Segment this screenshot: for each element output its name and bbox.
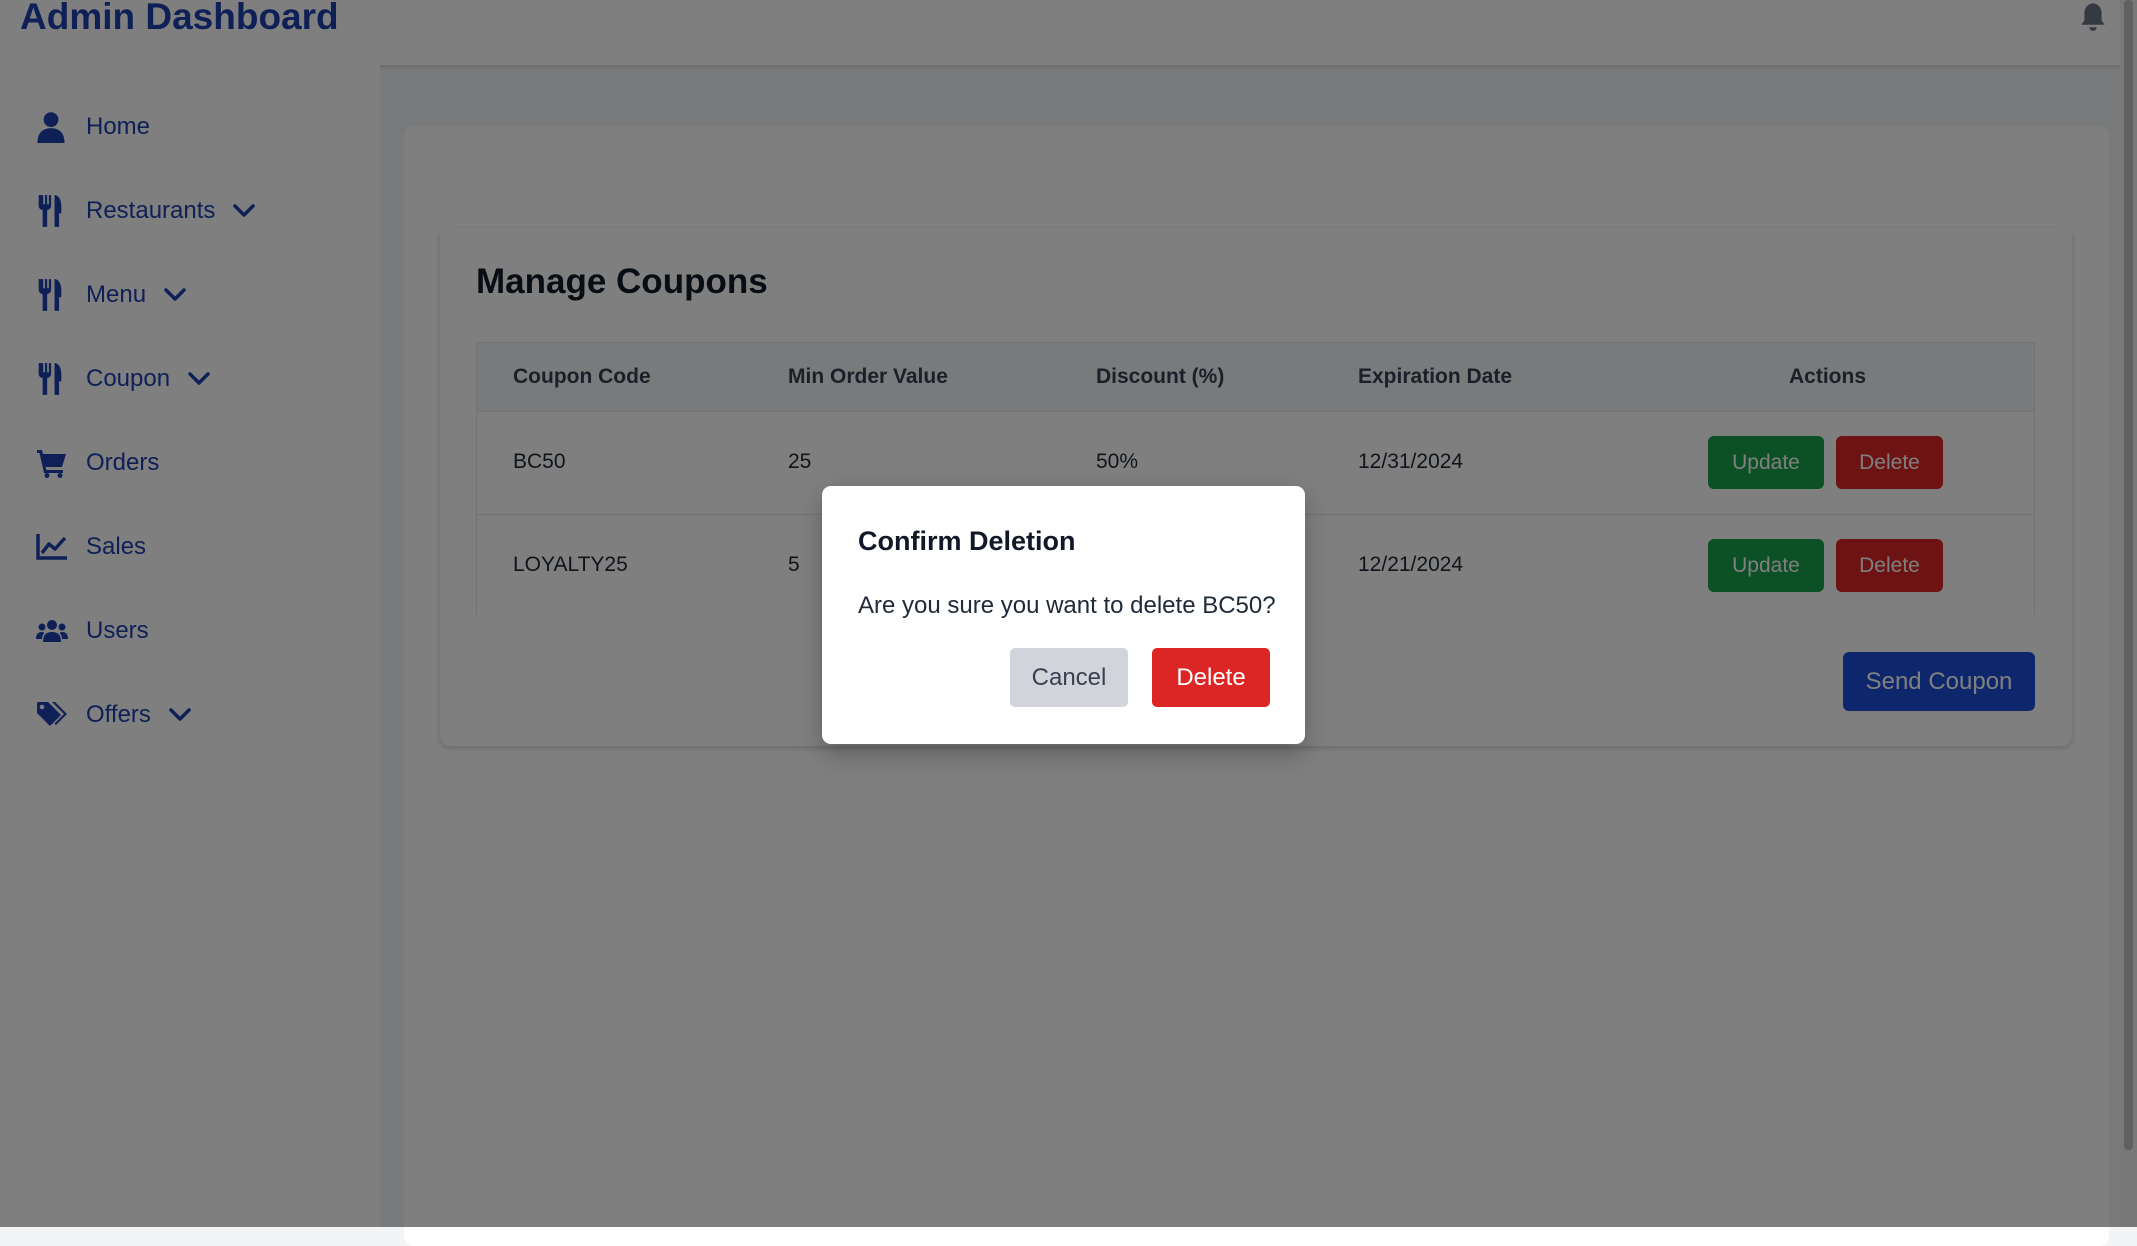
cancel-button[interactable]: Cancel xyxy=(1010,648,1128,707)
dialog-title: Confirm Deletion xyxy=(858,526,1076,556)
confirm-delete-button[interactable]: Delete xyxy=(1152,648,1270,707)
confirm-delete-dialog: Confirm Deletion Are you sure you want t… xyxy=(822,486,1305,744)
dialog-message: Are you sure you want to delete BC50? xyxy=(858,592,1276,619)
